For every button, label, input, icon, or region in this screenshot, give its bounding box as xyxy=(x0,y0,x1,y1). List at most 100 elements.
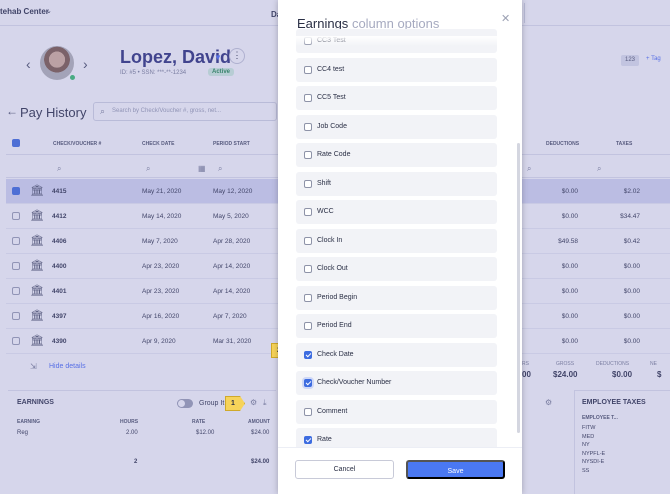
column-option[interactable]: Comment xyxy=(296,399,497,424)
divider xyxy=(524,3,525,23)
option-checkbox[interactable] xyxy=(304,436,312,444)
column-option[interactable]: Check/Voucher Number xyxy=(296,371,497,395)
scrollbar[interactable] xyxy=(517,143,520,433)
summary-label: NE xyxy=(650,361,657,367)
option-label: Period End xyxy=(317,322,352,329)
deductions-cell: $0.00 xyxy=(561,188,578,195)
earnings-col[interactable]: EARNING xyxy=(17,419,40,425)
option-checkbox[interactable] xyxy=(304,322,312,330)
summary-label: DEDUCTIONS xyxy=(596,361,630,367)
chevron-right-icon[interactable]: › xyxy=(83,56,88,72)
row-checkbox[interactable] xyxy=(12,337,20,345)
column-option[interactable]: Check Date xyxy=(296,342,497,367)
row-checkbox[interactable] xyxy=(12,287,20,295)
select-all-checkbox[interactable] xyxy=(12,139,20,147)
caret-down-icon[interactable]: ▼ xyxy=(214,53,222,62)
check-number-cell[interactable]: 4415 xyxy=(52,188,66,195)
option-checkbox[interactable] xyxy=(304,179,312,188)
search-icon[interactable]: ⌕ xyxy=(57,164,61,174)
search-icon[interactable]: ⌕ xyxy=(597,164,601,174)
bank-icon: 🏛 xyxy=(30,235,44,247)
collapse-icon[interactable]: ⇲ xyxy=(30,362,37,371)
col-check-voucher[interactable]: CHECK/VOUCHER # xyxy=(53,141,101,147)
row-checkbox[interactable] xyxy=(12,237,20,245)
save-button[interactable]: Save xyxy=(406,460,505,479)
check-date-cell: Apr 23, 2020 xyxy=(142,288,180,295)
column-option[interactable]: Rate Code xyxy=(296,143,497,167)
earnings-col[interactable]: AMOUNT xyxy=(248,419,270,425)
column-option[interactable]: WCC xyxy=(296,200,497,224)
gear-icon[interactable]: ⚙ xyxy=(250,398,257,407)
row-checkbox[interactable] xyxy=(12,212,20,220)
search-input[interactable]: ⌕ Search by Check/Voucher #, gross, net.… xyxy=(93,102,277,121)
close-icon[interactable]: ✕ xyxy=(501,12,510,25)
earnings-title: EARNINGS xyxy=(17,399,54,406)
group-toggle[interactable] xyxy=(177,399,193,408)
option-label: CC4 test xyxy=(317,65,345,73)
cancel-button[interactable]: Cancel xyxy=(295,460,394,479)
option-checkbox[interactable] xyxy=(304,293,312,302)
check-number-cell[interactable]: 4412 xyxy=(52,213,66,220)
check-number-cell[interactable]: 4400 xyxy=(52,263,66,270)
chevron-left-icon[interactable]: ‹ xyxy=(26,56,31,72)
column-option[interactable]: Clock In xyxy=(296,228,497,253)
more-options-icon[interactable]: ⋮ xyxy=(229,48,245,64)
employee-tax-item: FITW xyxy=(582,425,596,431)
col-check-date[interactable]: CHECK DATE xyxy=(142,141,174,147)
search-placeholder: Search by Check/Voucher #, gross, net... xyxy=(112,108,222,114)
check-number-cell[interactable]: 4397 xyxy=(52,313,66,320)
check-number-cell[interactable]: 4390 xyxy=(52,338,66,345)
employee-tax-item: MED xyxy=(582,433,595,440)
hide-details-link[interactable]: Hide details xyxy=(49,363,86,370)
summary-label: GROSS xyxy=(556,361,575,367)
period-start-cell: Mar 31, 2020 xyxy=(213,338,252,345)
check-date-cell: Apr 16, 2020 xyxy=(142,313,180,320)
back-arrow-icon[interactable]: ← xyxy=(6,104,18,118)
search-icon[interactable]: ⌕ xyxy=(218,164,222,174)
option-checkbox[interactable] xyxy=(304,350,312,359)
column-option[interactable]: CC5 Test xyxy=(296,86,497,110)
company-name[interactable]: tehab Center xyxy=(0,7,49,16)
option-checkbox[interactable] xyxy=(304,151,312,159)
search-icon[interactable]: ⌕ xyxy=(527,164,531,174)
search-icon: ⌕ xyxy=(100,106,106,116)
check-number-cell[interactable]: 4401 xyxy=(52,288,66,295)
online-status-dot xyxy=(69,74,76,81)
add-tag-link[interactable]: + Tag xyxy=(646,56,661,62)
option-checkbox[interactable] xyxy=(304,407,312,416)
employee-taxes-col[interactable]: EMPLOYEE T... xyxy=(582,415,618,421)
column-option[interactable]: Clock Out xyxy=(296,257,497,281)
taxes-cell: $0.42 xyxy=(623,238,640,245)
earnings-col[interactable]: HOURS xyxy=(120,419,138,425)
option-checkbox[interactable] xyxy=(304,122,312,131)
check-number-cell[interactable]: 4406 xyxy=(52,238,66,245)
gear-icon[interactable]: ⚙ xyxy=(545,398,552,407)
search-icon[interactable]: ⌕ xyxy=(146,164,150,174)
calendar-icon[interactable]: ▦ xyxy=(198,164,206,173)
col-deductions[interactable]: DEDUCTIONS xyxy=(546,141,579,147)
option-checkbox[interactable] xyxy=(304,208,312,216)
row-checkbox[interactable] xyxy=(12,262,20,270)
option-checkbox[interactable] xyxy=(304,65,312,74)
option-checkbox[interactable] xyxy=(304,236,312,245)
download-icon[interactable]: ⤓ xyxy=(263,398,267,408)
period-start-cell: May 12, 2020 xyxy=(213,188,253,195)
earnings-col[interactable]: RATE xyxy=(192,419,205,425)
col-taxes[interactable]: TAXES xyxy=(616,141,632,147)
option-checkbox[interactable] xyxy=(304,265,312,273)
col-period-start[interactable]: PERIOD START xyxy=(213,141,250,147)
option-checkbox[interactable] xyxy=(304,379,312,387)
taxes-cell: $0.00 xyxy=(623,313,640,320)
row-checkbox[interactable] xyxy=(12,187,20,195)
option-label: Period Begin xyxy=(317,293,358,301)
column-option[interactable]: Period Begin xyxy=(296,285,497,310)
group-label: Group It xyxy=(199,400,225,407)
row-checkbox[interactable] xyxy=(12,312,20,320)
bank-icon: 🏛 xyxy=(30,185,44,197)
column-option[interactable]: CC4 test xyxy=(296,57,497,82)
column-option[interactable]: Job Code xyxy=(296,114,497,139)
column-option[interactable]: Period End xyxy=(296,314,497,338)
column-option[interactable]: Shift xyxy=(296,171,497,196)
chevron-down-icon[interactable]: ⌄ xyxy=(46,7,52,15)
option-checkbox[interactable] xyxy=(304,94,312,102)
